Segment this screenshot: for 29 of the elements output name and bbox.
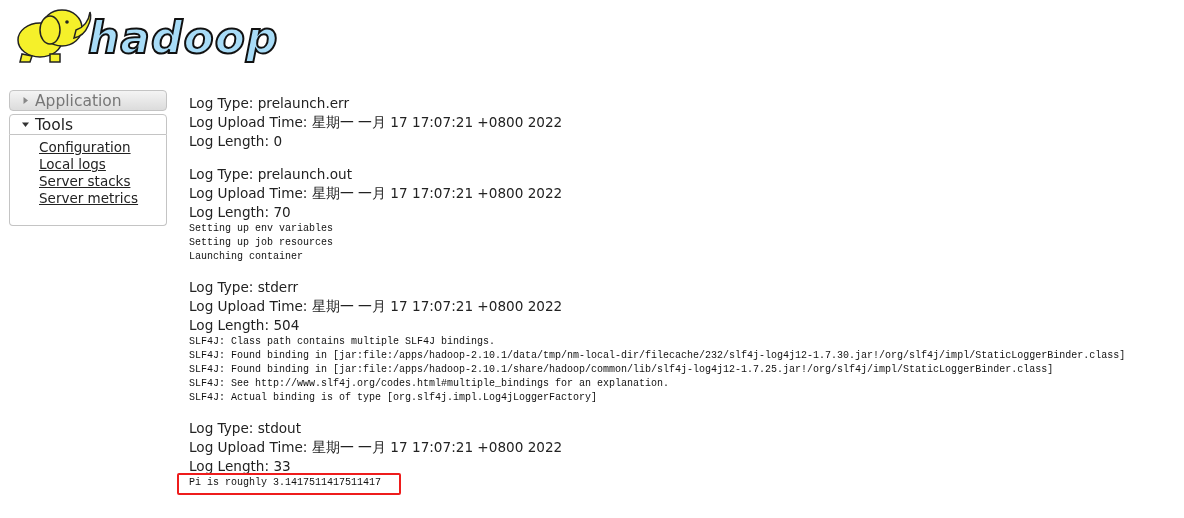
sidebar-link[interactable]: Local logs — [39, 156, 166, 173]
log-output-line: SLF4J: Found binding in [jar:file:/apps/hadoop-2.10.1/share/hadoop/common/lib/slf4j-log4j12-1.7.25.jar!/org/slf4j/impl/StaticLoggerBinder.class] — [189, 363, 1055, 377]
sidebar-link[interactable]: Server stacks — [39, 173, 166, 190]
sidebar-link[interactable]: Server metrics — [39, 190, 166, 207]
log-output-line: Pi is roughly 3.1417511417511417 — [189, 476, 383, 490]
log-output-line: Setting up job resources — [189, 236, 335, 250]
log-length-text: Log Length: 70 — [189, 203, 292, 222]
log-length-text: Log Length: 504 — [189, 316, 301, 335]
accordion-header[interactable]: Tools — [9, 114, 167, 135]
log-output-line: Launching container — [189, 250, 305, 264]
log-type-text: Log Type: stdout — [189, 419, 303, 438]
logo-wordmark: hadoop — [88, 16, 279, 60]
log-output-line: SLF4J: See http://www.slf4j.org/codes.html#multiple_bindings for an explanation. — [189, 377, 671, 391]
log-type-text: Log Type: prelaunch.err — [189, 94, 351, 113]
log-length-text: Log Length: 0 — [189, 132, 284, 151]
accordion-header[interactable]: Application — [9, 90, 167, 111]
log-output-line: Setting up env variables — [189, 222, 335, 236]
log-upload-time-text: Log Upload Time: 星期一 一月 17 17:07:21 +0800 2022 — [189, 438, 564, 457]
log-output-line: SLF4J: Found binding in [jar:file:/apps/hadoop-2.10.1/data/tmp/nm-local-dir/filecache/232/slf4j-log4j12-1.7.30.jar!/org/slf4j/impl/StaticLoggerBinder.class] — [189, 349, 1126, 363]
caret-down-icon — [22, 121, 29, 128]
log-upload-time-text: Log Upload Time: 星期一 一月 17 17:07:21 +0800 2022 — [189, 297, 564, 316]
log-output-line: SLF4J: Actual binding is of type [org.slf4j.impl.Log4jLoggerFactory] — [189, 391, 599, 405]
log-upload-time-text: Log Upload Time: 星期一 一月 17 17:07:21 +0800 2022 — [189, 113, 564, 132]
sidebar-link[interactable]: Configuration — [39, 139, 166, 156]
caret-right-icon — [22, 97, 29, 104]
log-upload-time-text: Log Upload Time: 星期一 一月 17 17:07:21 +0800 2022 — [189, 184, 564, 203]
log-type-text: Log Type: stderr — [189, 278, 300, 297]
log-output-line: SLF4J: Class path contains multiple SLF4J bindings. — [189, 335, 497, 349]
log-type-text: Log Type: prelaunch.out — [189, 165, 354, 184]
